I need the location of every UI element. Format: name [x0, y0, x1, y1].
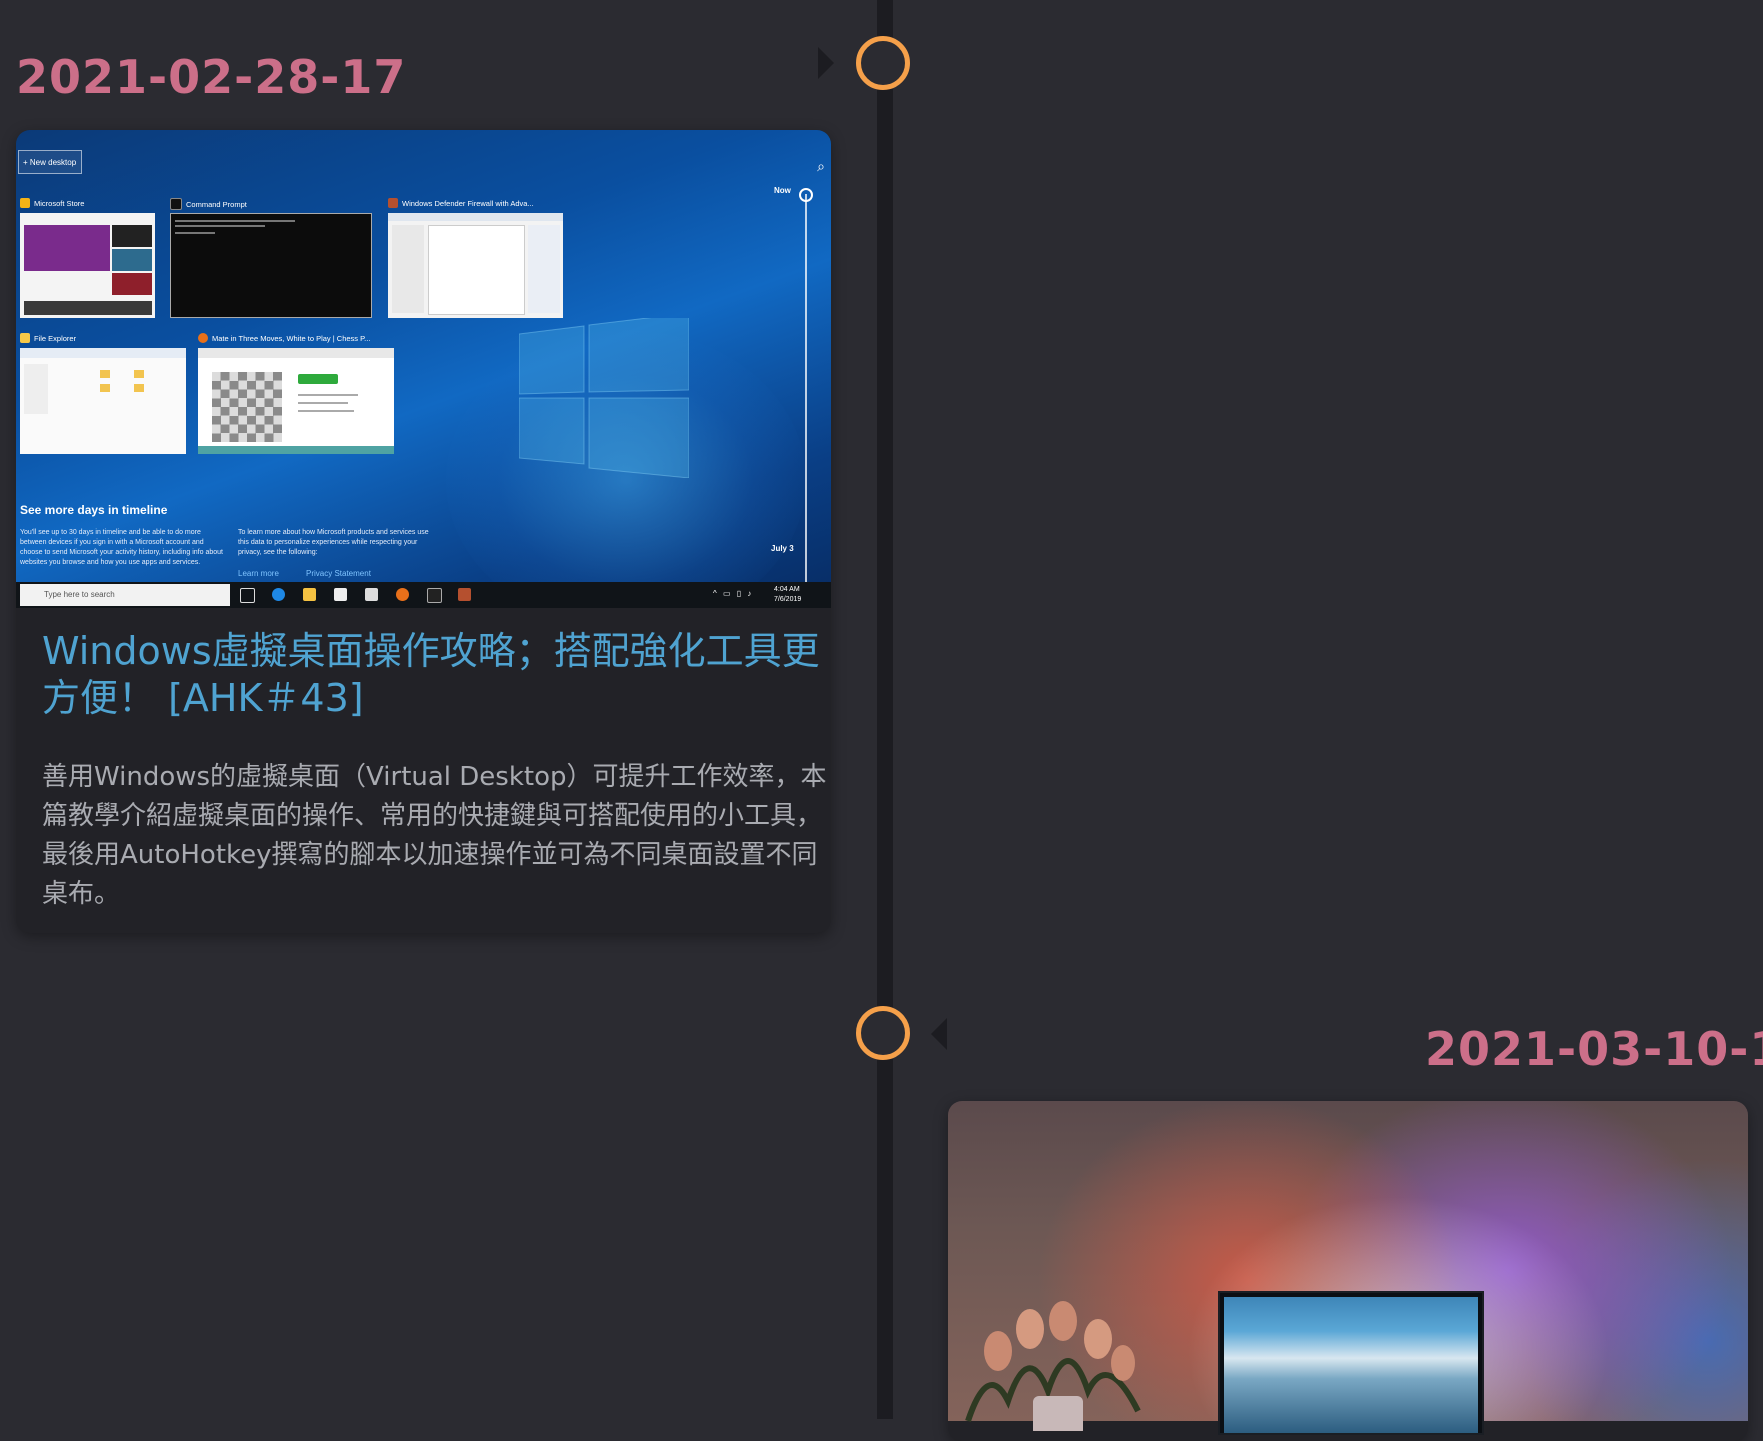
taskbar-search-box[interactable]: Type here to search — [20, 584, 230, 606]
firefox-taskbar-icon[interactable] — [396, 588, 409, 601]
task-view-icon[interactable] — [240, 588, 255, 603]
cmd-taskbar-icon[interactable] — [427, 588, 442, 603]
timeline-scrubber-handle[interactable] — [799, 188, 813, 202]
learn-more-link[interactable]: Learn more — [238, 569, 279, 578]
firewall-icon — [388, 198, 398, 208]
entry-date: 2021-02-28-17 — [16, 50, 407, 104]
new-desktop-button[interactable]: + New desktop — [18, 150, 82, 174]
window-thumbnail-explorer[interactable] — [20, 348, 186, 454]
post-title[interactable]: Windows虛擬桌面操作攻略；搭配強化工具更方便！ [AHK＃43] — [42, 628, 824, 722]
entry-date: 2021-03-10-14 — [1425, 1022, 1763, 1076]
firefox-icon — [198, 333, 208, 343]
windows-logo-icon — [519, 318, 689, 478]
see-more-text: You'll see up to 30 days in timeline and… — [20, 529, 223, 566]
window-title: Windows Defender Firewall with Adva... — [388, 198, 534, 208]
window-title: Command Prompt — [170, 198, 247, 210]
store-taskbar-icon[interactable] — [334, 588, 347, 601]
explorer-icon[interactable] — [303, 588, 316, 601]
post-card[interactable] — [948, 1101, 1748, 1441]
window-thumbnail-cmd[interactable] — [170, 213, 372, 318]
now-label: Now — [774, 186, 791, 195]
edge-icon[interactable] — [272, 588, 285, 601]
tulip-vase-image — [965, 1301, 1141, 1431]
entry-pointer — [818, 47, 834, 79]
post-thumbnail — [948, 1101, 1748, 1435]
entry-pointer — [931, 1018, 947, 1050]
timeline-scrubber[interactable] — [805, 194, 807, 584]
timeline-line — [877, 0, 893, 1419]
timeline-node — [856, 1006, 910, 1060]
firewall-taskbar-icon[interactable] — [458, 588, 471, 601]
july-label: July 3 — [771, 544, 794, 553]
monitor-image — [1218, 1291, 1484, 1435]
mail-icon[interactable] — [365, 588, 378, 601]
privacy-statement-link[interactable]: Privacy Statement — [306, 569, 371, 578]
folder-icon — [20, 333, 30, 343]
window-title: File Explorer — [20, 333, 76, 343]
post-card[interactable]: + New desktop ⌕ Now July 3 Microsoft Sto… — [16, 130, 831, 933]
window-thumbnail-chess[interactable] — [198, 348, 394, 454]
terminal-icon — [170, 198, 182, 210]
post-description: 善用Windows的虛擬桌面（Virtual Desktop）可提升工作效率，本… — [42, 762, 827, 909]
timeline-node — [856, 36, 910, 90]
window-title: Mate in Three Moves, White to Play | Che… — [198, 333, 370, 343]
see-more-heading: See more days in timeline — [20, 503, 168, 517]
store-icon — [20, 198, 30, 208]
post-thumbnail: + New desktop ⌕ Now July 3 Microsoft Sto… — [16, 130, 831, 608]
taskbar-clock[interactable]: 4:04 AM 7/6/2019 — [774, 585, 801, 605]
window-thumbnail-store[interactable] — [20, 213, 155, 318]
system-tray-icons[interactable]: ^ ▭ ▯ ♪ — [713, 589, 753, 598]
timeline-search-icon[interactable]: ⌕ — [817, 158, 825, 175]
window-title: Microsoft Store — [20, 198, 84, 208]
taskbar: Type here to search ^ ▭ ▯ ♪ 4:04 AM 7/6/… — [16, 582, 831, 608]
learn-more-text: To learn more about how Microsoft produc… — [238, 529, 429, 556]
monitor-screen — [1224, 1297, 1478, 1433]
window-thumbnail-firewall[interactable] — [388, 213, 563, 318]
